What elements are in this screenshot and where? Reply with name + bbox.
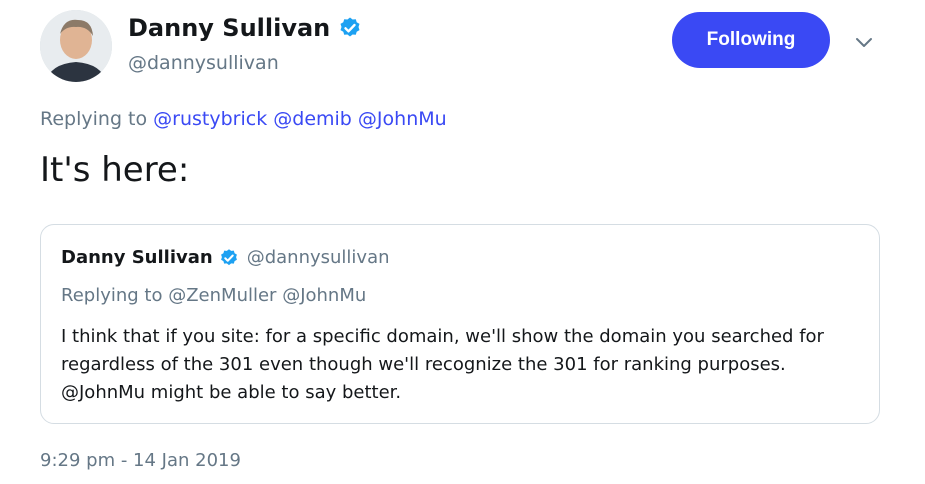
- following-button[interactable]: Following: [672, 12, 830, 68]
- quoted-tweet-card[interactable]: Danny Sullivan @dannysullivan Replying t…: [40, 224, 880, 424]
- quoted-author-handle: @dannysullivan: [246, 247, 390, 268]
- quoted-tweet-text: I think that if you site: for a specific…: [61, 326, 824, 403]
- mention-link[interactable]: @rustybrick: [153, 108, 267, 130]
- quoted-author-name: Danny Sullivan: [61, 247, 213, 268]
- quoted-mention: @JohnMu: [282, 285, 367, 306]
- author-name-row: Danny Sullivan: [128, 14, 362, 42]
- avatar[interactable]: [40, 10, 112, 82]
- quoted-author-row: Danny Sullivan @dannysullivan: [61, 247, 390, 268]
- tweet-timestamp[interactable]: 9:29 pm - 14 Jan 2019: [40, 450, 241, 471]
- quoted-mention: @ZenMuller: [168, 285, 277, 306]
- replying-prefix: Replying to: [40, 108, 148, 130]
- chevron-down-icon[interactable]: [852, 30, 876, 54]
- tweet-header: Danny Sullivan @dannysullivan Following: [40, 8, 900, 88]
- verified-badge-icon: [220, 248, 237, 265]
- mention-link[interactable]: @demib: [273, 108, 352, 130]
- tweet-text: It's here:: [40, 150, 190, 190]
- avatar-photo-icon: [40, 10, 112, 82]
- mention-link[interactable]: @JohnMu: [358, 108, 447, 130]
- verified-badge-icon: [340, 17, 360, 37]
- author-name[interactable]: Danny Sullivan: [128, 14, 330, 42]
- quoted-replying-to: Replying to @ZenMuller @JohnMu: [61, 285, 366, 306]
- replying-prefix: Replying to: [61, 285, 163, 306]
- replying-to: Replying to @rustybrick @demib @JohnMu: [40, 108, 447, 130]
- author-handle[interactable]: @dannysullivan: [128, 52, 279, 74]
